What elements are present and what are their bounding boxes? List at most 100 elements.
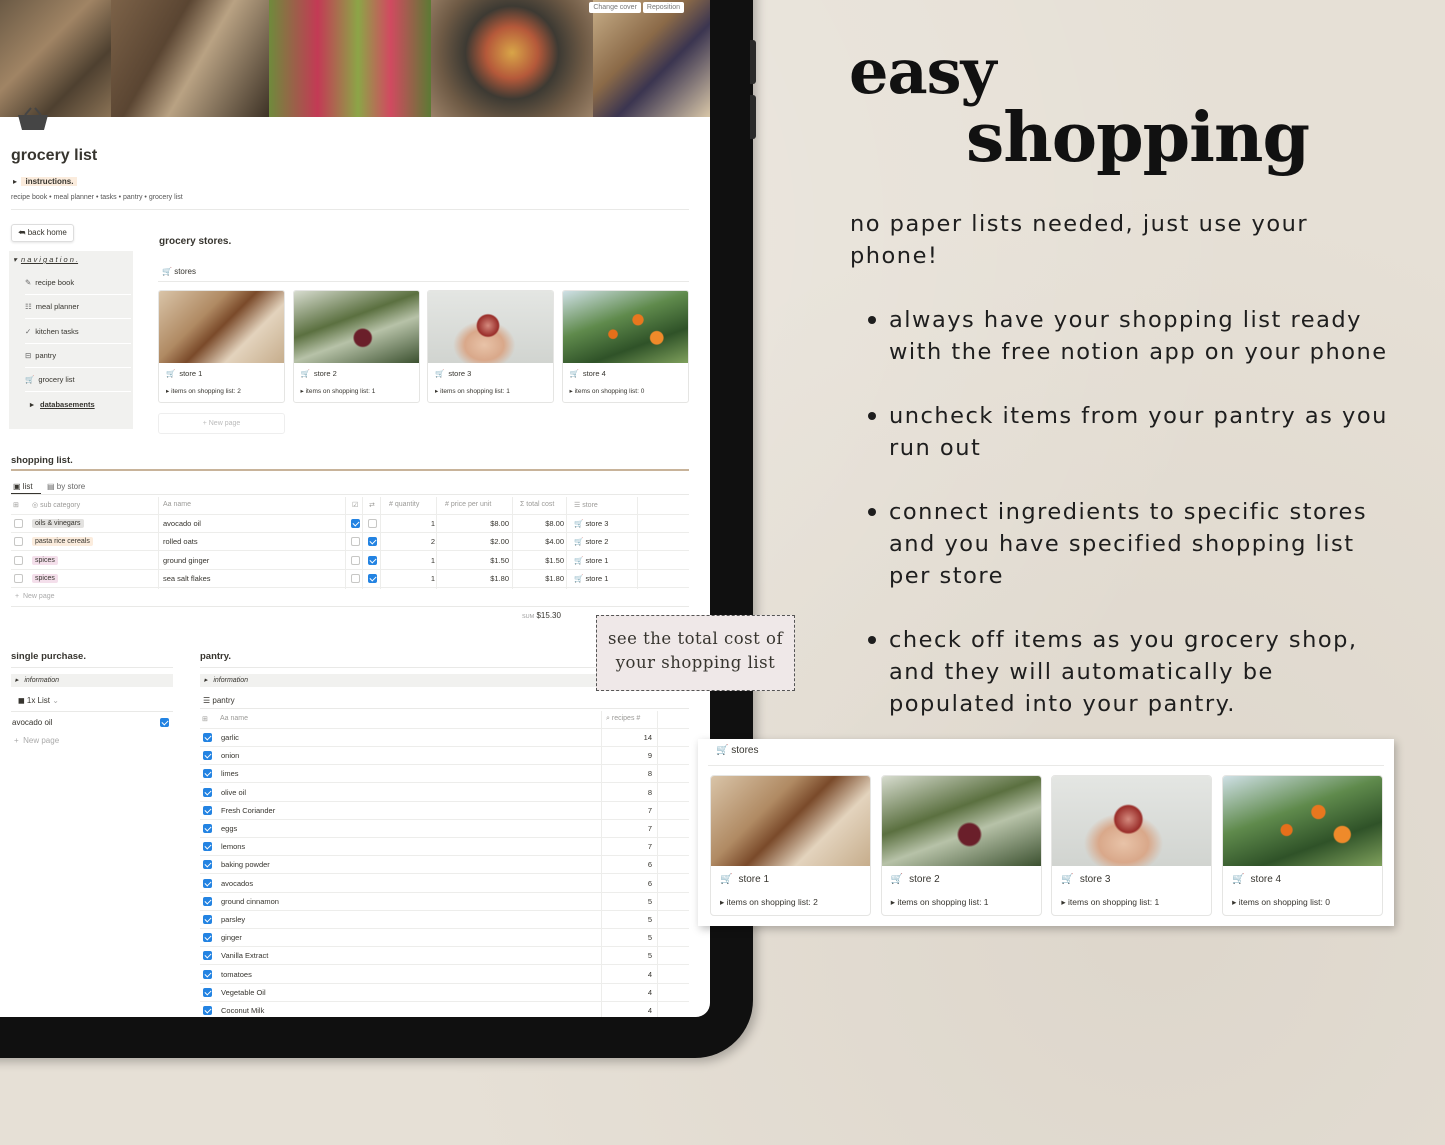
in-stock-checkbox[interactable] [203,860,212,870]
pantry-row[interactable]: baking powder 6 [200,856,689,875]
basket-icon[interactable] [16,107,50,131]
nav-label: pantry [35,350,57,360]
in-pantry-checkbox[interactable] [368,555,377,565]
store-items-count: ▸ items on shopping list: 2 [166,388,241,395]
table-row[interactable]: spices ground ginger 1 $1.50 $1.50 🛒 sto… [11,552,689,570]
single-list-view[interactable]: ◼ 1x List ⌄ [18,696,59,705]
in-stock-checkbox[interactable] [203,769,212,779]
table-row[interactable]: oils & vinegars avocado oil 1 $8.00 $8.0… [11,515,689,533]
reposition-button[interactable]: Reposition [642,2,684,13]
store-value: 🛒 store 2 [574,537,609,547]
pantry-row[interactable]: avocados 6 [200,875,689,893]
nav-icon: ⊟ [25,350,32,360]
single-information-toggle[interactable]: ▸ information [11,674,173,687]
pantry-item-name: Fresh Coriander [221,805,276,815]
sidebar-item-meal-planner[interactable]: ☷ meal planner [25,295,131,320]
sidebar-item-kitchen-tasks[interactable]: ✓ kitchen tasks [25,320,131,344]
purchased-checkbox[interactable] [351,519,360,528]
in-stock-checkbox[interactable] [203,805,212,815]
row-select-checkbox[interactable] [14,537,23,547]
purchased-checkbox[interactable] [351,537,360,547]
store-card[interactable]: 🛒 store 1 ▸ items on shopping list: 2 [158,290,285,403]
pantry-row[interactable]: tomatoes 4 [200,966,689,984]
databasements-toggle[interactable]: ▸ databasements [30,400,95,409]
zoom-store-card[interactable]: 🛒 store 3 ▸ items on shopping list: 1 [1051,775,1213,916]
in-pantry-checkbox[interactable] [368,573,377,583]
nav-label: recipe book [35,278,75,287]
in-stock-checkbox[interactable] [203,824,212,833]
pantry-row[interactable]: lemons 7 [200,838,689,857]
in-stock-checkbox[interactable] [203,896,212,906]
in-stock-checkbox[interactable] [203,915,212,924]
stores-new-page-button[interactable]: + New page [158,413,285,434]
store-name: store 2 [909,874,940,885]
in-stock-checkbox[interactable] [203,787,212,797]
zoom-store-card[interactable]: 🛒 store 2 ▸ items on shopping list: 1 [880,775,1042,916]
sidebar-item-grocery-list[interactable]: 🛒 grocery list [25,368,131,393]
store-card[interactable]: 🛒 store 3 ▸ items on shopping list: 1 [427,290,554,403]
pantry-row[interactable]: onion 9 [200,747,689,766]
single-item-checkbox[interactable] [160,718,169,727]
back-home-button[interactable]: ⮪ back home [11,224,74,242]
pantry-information-toggle[interactable]: ▸ information [200,674,596,687]
pantry-row[interactable]: Fresh Coriander 7 [200,802,689,820]
zoom-store-card[interactable]: 🛒 store 4 ▸ items on shopping list: 0 [1222,775,1384,916]
in-stock-checkbox[interactable] [203,751,212,761]
pantry-row[interactable]: parsley 5 [200,911,689,929]
store-photo [562,291,688,363]
pantry-row[interactable]: ginger 5 [200,929,689,948]
pantry-row[interactable]: Vanilla Extract 5 [200,947,689,966]
sub-category-tag: spices [32,555,58,565]
store-items-count: ▸ items on shopping list: 1 [300,388,376,395]
store-photo [1052,776,1212,866]
in-stock-checkbox[interactable] [203,878,212,888]
pantry-view-tab[interactable]: ☰ pantry [203,696,235,705]
purchased-checkbox[interactable] [351,555,360,565]
change-cover-button[interactable]: Change cover [589,2,641,13]
stores-view-tab[interactable]: 🛒 stores [162,267,196,276]
table-row[interactable]: pasta rice cereals rolled oats 2 $2.00 $… [11,533,689,552]
store-card[interactable]: 🛒 store 4 ▸ items on shopping list: 0 [561,290,689,403]
shopping-new-page-button[interactable]: + New page [15,593,55,600]
store-card[interactable]: 🛒 store 2 ▸ items on shopping list: 1 [292,290,420,403]
instructions-toggle[interactable]: ▸ instructions. [13,177,78,186]
in-pantry-checkbox[interactable] [368,519,377,528]
in-stock-checkbox[interactable] [203,969,212,979]
pantry-row[interactable]: ground cinnamon 5 [200,893,689,911]
databasements-label: databasements [40,400,95,409]
in-stock-checkbox[interactable] [203,1006,212,1015]
in-stock-checkbox[interactable] [203,951,212,961]
bullet-text: uncheck items from your pantry as you [889,403,1388,429]
in-stock-checkbox[interactable] [203,842,212,852]
pantry-row[interactable]: Vegetable Oil 4 [200,984,689,1002]
bullet-text: and you have specified shopping list [889,531,1355,557]
zoom-store-card[interactable]: 🛒 store 1 ▸ items on shopping list: 2 [710,775,871,916]
store-name: store 4 [1250,874,1282,885]
zoom-stores-view-tab[interactable]: 🛒 stores [716,745,758,756]
sidebar-item-pantry[interactable]: ⊟ pantry [25,344,131,368]
pantry-item-name: Vanilla Extract [221,951,269,961]
row-select-checkbox[interactable] [14,519,23,528]
pantry-row[interactable]: olive oil 8 [200,784,689,802]
row-select-checkbox[interactable] [14,573,23,583]
single-new-page-button[interactable]: + New page [14,736,59,745]
pantry-row[interactable]: garlic 14 [200,729,689,747]
in-stock-checkbox[interactable] [203,733,212,742]
bullet-text: and they will automatically be [889,659,1274,685]
in-stock-checkbox[interactable] [203,987,212,997]
tab-list[interactable]: ▣ list [13,482,33,491]
pantry-row[interactable]: limes 8 [200,765,689,784]
new-page-label: New page [22,593,55,600]
pantry-row[interactable]: eggs 7 [200,820,689,838]
table-row[interactable]: spices sea salt flakes 1 $1.80 $1.80 🛒 s… [11,570,689,588]
grocery-stores-heading: grocery stores. [159,236,232,247]
in-stock-checkbox[interactable] [203,933,212,943]
tab-by-store[interactable]: ▤ by store [47,482,85,491]
navigation-toggle[interactable]: ▾ n a v i g a t i o n . [13,255,78,264]
column-divider [512,497,513,589]
purchased-checkbox[interactable] [351,573,360,583]
sidebar-item-recipe-book[interactable]: ✎ recipe book [25,271,131,295]
row-select-checkbox[interactable] [14,555,23,565]
pantry-row[interactable]: Coconut Milk 4 [200,1002,689,1017]
in-pantry-checkbox[interactable] [368,537,377,547]
